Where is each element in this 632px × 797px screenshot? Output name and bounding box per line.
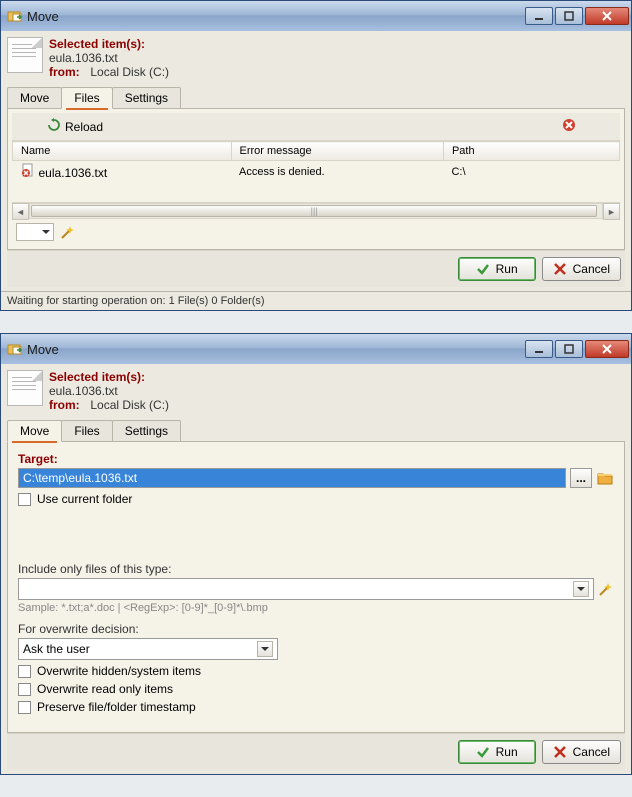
overwrite-label: For overwrite decision: (18, 622, 614, 636)
preserve-timestamp-label: Preserve file/folder timestamp (37, 700, 196, 714)
sample-hint: Sample: *.txt;a*.doc | <RegExp>: [0-9]*_… (18, 602, 614, 614)
overwrite-combo[interactable]: Ask the user (18, 638, 278, 660)
wand-icon[interactable] (598, 581, 614, 597)
tab-files[interactable]: Files (61, 87, 112, 109)
check-icon (476, 745, 490, 759)
window-title: Move (27, 342, 525, 357)
titlebar[interactable]: Move (1, 334, 631, 364)
folder-icon[interactable] (596, 469, 614, 487)
cancel-button[interactable]: Cancel (542, 257, 621, 281)
chevron-down-icon (573, 581, 589, 597)
files-table: Name Error message Path eula.1036.txt Ac… (12, 141, 620, 182)
reload-button[interactable]: Reload (40, 115, 110, 138)
move-window-move: Move Selected item(s): eula.1036.txt fro… (0, 333, 632, 775)
selected-label: Selected item(s): (49, 370, 145, 384)
selected-value: eula.1036.txt (49, 51, 118, 65)
reload-label: Reload (65, 120, 103, 134)
preserve-timestamp-checkbox[interactable] (18, 701, 31, 714)
app-icon (7, 8, 23, 24)
overwrite-hidden-label: Overwrite hidden/system items (37, 664, 201, 678)
check-icon (476, 262, 490, 276)
tab-bar: Move Files Settings (7, 420, 625, 442)
filter-dropdown[interactable] (16, 223, 54, 241)
tab-bar: Move Files Settings (7, 87, 625, 109)
wand-icon[interactable] (60, 224, 76, 240)
overwrite-hidden-checkbox[interactable] (18, 665, 31, 678)
selected-label: Selected item(s): (49, 37, 145, 51)
minimize-button[interactable] (525, 7, 553, 25)
minimize-button[interactable] (525, 340, 553, 358)
error-icon[interactable] (562, 118, 576, 135)
titlebar[interactable]: Move (1, 1, 631, 31)
target-label: Target: (18, 452, 614, 466)
from-label: from: (49, 398, 87, 412)
maximize-button[interactable] (555, 7, 583, 25)
from-value: Local Disk (C:) (90, 398, 169, 412)
document-icon (7, 37, 43, 73)
x-icon (553, 745, 567, 759)
cancel-button[interactable]: Cancel (542, 740, 621, 764)
tab-settings[interactable]: Settings (112, 420, 181, 441)
include-label: Include only files of this type: (18, 562, 614, 576)
close-button[interactable] (585, 340, 629, 358)
tab-move[interactable]: Move (7, 420, 62, 442)
status-bar: Waiting for starting operation on: 1 Fil… (1, 291, 631, 310)
tab-settings[interactable]: Settings (112, 87, 181, 108)
from-value: Local Disk (C:) (90, 65, 169, 79)
scroll-left-button[interactable]: ◄ (12, 203, 29, 220)
chevron-down-icon (257, 641, 273, 657)
run-button[interactable]: Run (458, 740, 536, 764)
tab-move[interactable]: Move (7, 87, 62, 108)
col-path[interactable]: Path (443, 142, 619, 161)
x-icon (553, 262, 567, 276)
window-title: Move (27, 9, 525, 24)
horizontal-scrollbar[interactable]: ◄ ||| ► (12, 202, 620, 219)
scroll-right-button[interactable]: ► (603, 203, 620, 220)
file-error-icon (21, 163, 35, 177)
col-error[interactable]: Error message (231, 142, 443, 161)
refresh-icon (47, 118, 61, 135)
from-label: from: (49, 65, 87, 79)
overwrite-readonly-checkbox[interactable] (18, 683, 31, 696)
target-input[interactable] (18, 468, 566, 488)
selected-value: eula.1036.txt (49, 384, 118, 398)
col-name[interactable]: Name (13, 142, 232, 161)
table-row[interactable]: eula.1036.txt Access is denied. C:\ (13, 161, 620, 183)
use-current-label: Use current folder (37, 492, 132, 506)
run-button[interactable]: Run (458, 257, 536, 281)
overwrite-readonly-label: Overwrite read only items (37, 682, 173, 696)
close-button[interactable] (585, 7, 629, 25)
use-current-checkbox[interactable] (18, 493, 31, 506)
move-window-files: Move Selected item(s): eula.1036.txt fro… (0, 0, 632, 311)
include-combo[interactable] (18, 578, 594, 600)
tab-files[interactable]: Files (61, 420, 112, 441)
maximize-button[interactable] (555, 340, 583, 358)
app-icon (7, 341, 23, 357)
browse-button[interactable]: ... (570, 468, 592, 488)
document-icon (7, 370, 43, 406)
